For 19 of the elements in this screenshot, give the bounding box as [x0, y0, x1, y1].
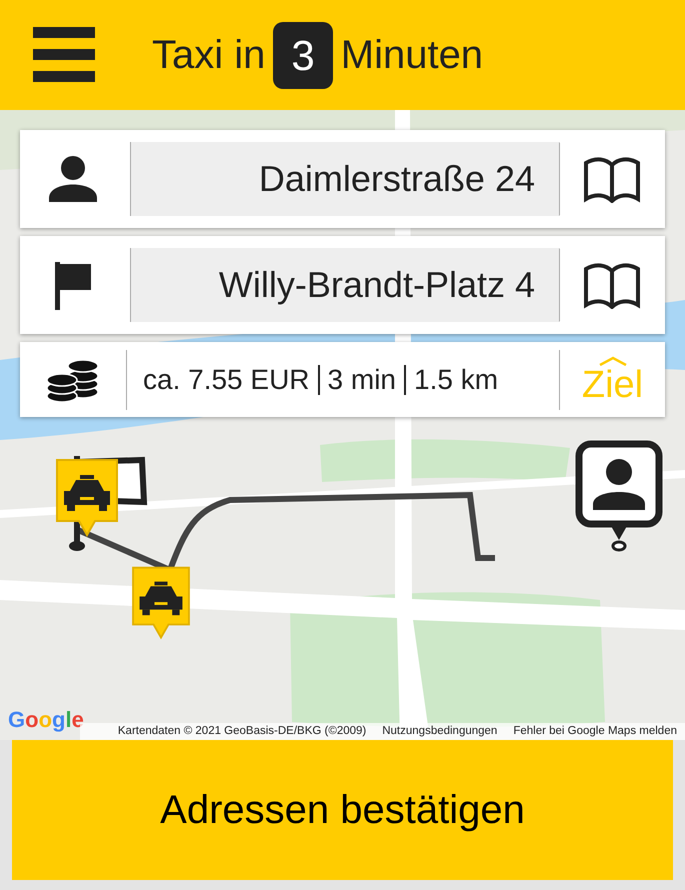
- attribution-text: Kartendaten © 2021 GeoBasis-DE/BKG (©2009): [118, 724, 366, 739]
- address-field[interactable]: Daimlerstraße 24: [130, 142, 559, 216]
- minutes-badge: 3: [273, 22, 333, 88]
- duration-text: 3 min: [328, 362, 396, 396]
- map-logo: Google: [8, 706, 84, 734]
- person-marker-icon: [575, 440, 663, 552]
- fare-text: ca. 7.55 EUR: [143, 362, 310, 396]
- header-title: Taxi in: [152, 32, 266, 79]
- address-field[interactable]: Willy-Brandt-Platz 4: [130, 248, 559, 322]
- person-icon: [47, 154, 99, 204]
- terms-link[interactable]: Nutzungsbedingungen: [382, 722, 498, 740]
- report-link[interactable]: Fehler bei Google Maps melden: [513, 722, 677, 740]
- confirm-button[interactable]: Adressen bestätigen: [12, 740, 673, 880]
- book-icon: [584, 261, 640, 309]
- menu-icon: [33, 27, 95, 83]
- header-title: Minuten: [340, 32, 484, 79]
- caret-icon: [598, 356, 628, 366]
- distance-text: 1.5 km: [414, 362, 498, 396]
- book-icon: [584, 155, 640, 203]
